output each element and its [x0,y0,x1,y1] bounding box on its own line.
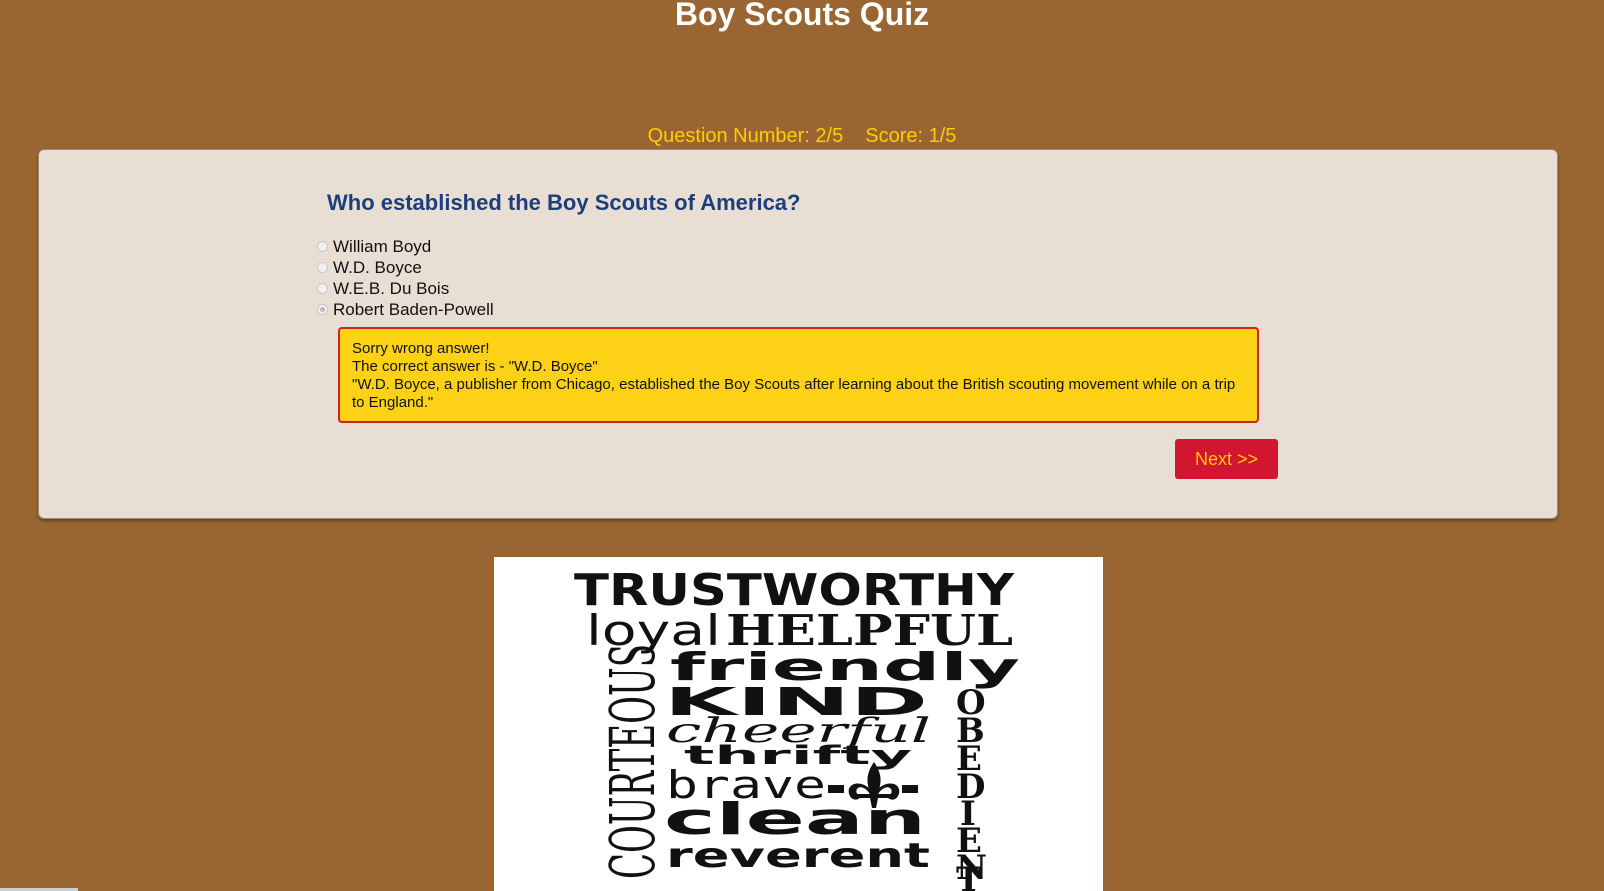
radio-button[interactable] [317,283,328,294]
answer-option[interactable]: W.D. Boyce [317,257,494,278]
answer-label: W.E.B. Du Bois [333,278,450,298]
word-reverent: reverent [666,836,930,876]
score: Score: 1/5 [865,125,957,147]
answer-label: W.D. Boyce [333,257,422,277]
answer-option[interactable]: William Boyd [317,236,494,257]
answer-feedback: Sorry wrong answer! The correct answer i… [338,327,1259,423]
answer-label: Robert Baden-Powell [333,299,494,319]
radio-button[interactable] [317,241,328,252]
answer-option[interactable]: Robert Baden-Powell [317,299,494,320]
word-courteous: COURTEOUS [596,644,669,879]
radio-button-selected[interactable] [317,304,328,315]
quiz-status: Question Number: 2/5 Score: 1/5 [0,124,1604,148]
feedback-correct-answer: The correct answer is - "W.D. Boyce" [352,358,598,375]
quiz-page: Boy Scouts Quiz Question Number: 2/5 Scor… [0,0,1604,891]
word-obedient: O B E D I E N T [956,683,987,891]
scout-law-word-art: TRUSTWORTHY loyal HELPFUL friendly KIND … [574,565,1020,891]
answer-option[interactable]: W.E.B. Du Bois [317,278,494,299]
feedback-explanation: "W.D. Boyce, a publisher from Chicago, e… [352,376,1236,411]
question-text: Who established the Boy Scouts of Americ… [327,190,801,215]
page-title: Boy Scouts Quiz [674,0,930,32]
radio-button[interactable] [317,262,328,273]
question-number: Question Number: 2/5 [647,125,844,147]
obedient-letter: T [956,860,981,891]
scout-law-image: TRUSTWORTHY loyal HELPFUL friendly KIND … [494,557,1103,891]
answer-label: William Boyd [333,236,432,256]
next-button[interactable]: Next >> [1175,439,1278,479]
answer-options: William Boyd W.D. Boyce W.E.B. Du Bois R… [317,236,494,320]
feedback-verdict: Sorry wrong answer! [352,340,490,357]
